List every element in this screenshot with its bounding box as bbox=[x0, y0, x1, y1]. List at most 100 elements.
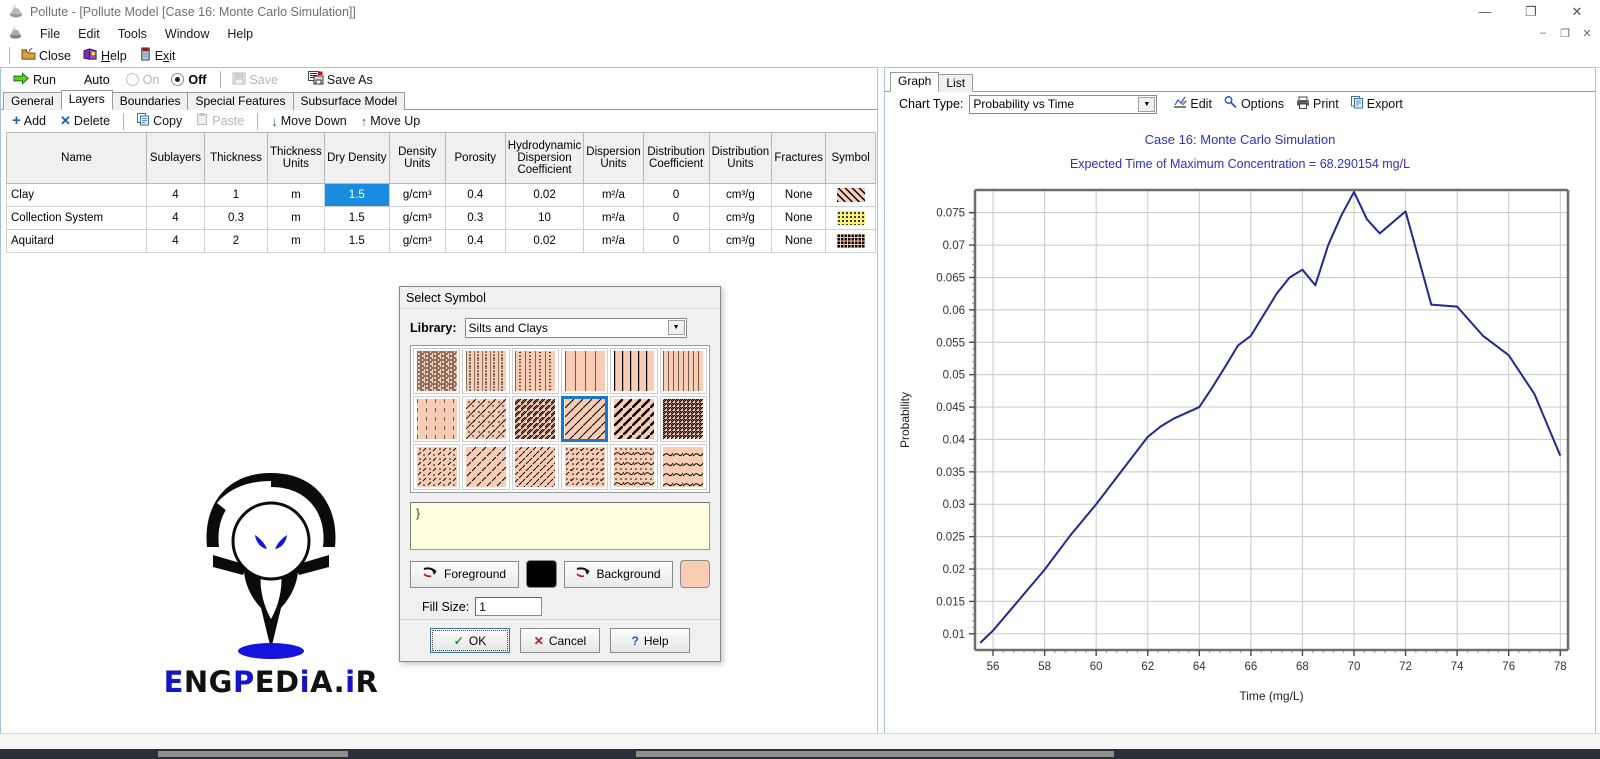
cell-porosity[interactable]: 0.4 bbox=[444, 183, 506, 207]
cell-fractures[interactable]: None bbox=[771, 206, 827, 230]
col-symbol[interactable]: Symbol bbox=[825, 132, 877, 184]
auto-on-radio[interactable] bbox=[125, 73, 139, 86]
col-density-units[interactable]: Density Units bbox=[388, 132, 446, 184]
tab-special-features[interactable]: Special Features bbox=[187, 92, 294, 110]
dialog-help-button[interactable]: ? Help bbox=[610, 628, 690, 653]
cell-dry-density[interactable]: 1.5 bbox=[323, 229, 390, 253]
copy-button[interactable]: Copy bbox=[131, 112, 188, 130]
symbol-option-vlines-thick[interactable] bbox=[610, 348, 658, 394]
cell-thickness[interactable]: 0.3 bbox=[204, 206, 268, 230]
col-thickness-units[interactable]: Thickness Units bbox=[267, 132, 325, 184]
symbol-option-dotted-vlines-wide[interactable] bbox=[511, 348, 559, 394]
cell-symbol[interactable] bbox=[825, 183, 877, 207]
symbol-option-diag-thin-wide[interactable] bbox=[560, 396, 609, 442]
col-dispersion-units[interactable]: Dispersion Units bbox=[583, 132, 644, 184]
cell-thickness-units[interactable]: m bbox=[267, 206, 325, 230]
symbol-option-wavy-dash[interactable] bbox=[610, 444, 658, 490]
cell-symbol[interactable] bbox=[825, 229, 877, 253]
cell-dispersion-units[interactable]: m²/a bbox=[583, 229, 644, 253]
symbol-option-dense-dots-vlines[interactable] bbox=[413, 348, 461, 394]
cell-thickness-units[interactable]: m bbox=[267, 183, 325, 207]
cell-dist-units[interactable]: cm³/g bbox=[708, 229, 773, 253]
chart-type-select[interactable]: Probability vs Time ▼ bbox=[969, 94, 1158, 114]
chart-options-button[interactable]: Options bbox=[1218, 95, 1290, 113]
add-layer-button[interactable]: + Add bbox=[6, 113, 52, 129]
cell-porosity[interactable]: 0.4 bbox=[444, 229, 506, 253]
col-sublayers[interactable]: Sublayers bbox=[146, 132, 205, 184]
cell-fractures[interactable]: None bbox=[771, 229, 827, 253]
menu-item-edit[interactable]: Edit bbox=[69, 25, 109, 43]
symbol-option-diag-dots[interactable] bbox=[462, 396, 510, 442]
symbol-option-vlines-thin[interactable] bbox=[560, 348, 609, 394]
delete-layer-button[interactable]: ✕ Delete bbox=[54, 112, 116, 130]
move-down-button[interactable]: ↓ Move Down bbox=[265, 113, 353, 130]
cell-symbol[interactable] bbox=[825, 206, 877, 230]
background-color-chip[interactable] bbox=[679, 560, 710, 588]
layers-table[interactable]: Name Sublayers Thickness Thickness Units… bbox=[6, 132, 877, 253]
mdi-restore-button[interactable]: ❐ bbox=[1554, 24, 1576, 42]
cell-dist-units[interactable]: cm³/g bbox=[708, 206, 773, 230]
cell-hydro-disp[interactable]: 0.02 bbox=[504, 183, 585, 207]
save-button[interactable]: Save bbox=[226, 71, 284, 89]
symbol-option-diag-dash-dots[interactable] bbox=[413, 444, 461, 490]
col-thickness[interactable]: Thickness bbox=[204, 132, 268, 184]
menu-item-tools[interactable]: Tools bbox=[109, 25, 156, 43]
symbol-option-diag-dash-dot-mix[interactable] bbox=[560, 444, 609, 490]
col-fractures[interactable]: Fractures bbox=[771, 132, 827, 184]
cell-dist-coeff[interactable]: 0 bbox=[642, 229, 710, 253]
symbol-option-diag-dash-dense[interactable] bbox=[511, 444, 559, 490]
cell-dispersion-units[interactable]: m²/a bbox=[583, 206, 644, 230]
col-name[interactable]: Name bbox=[6, 132, 147, 184]
move-up-button[interactable]: ↑ Move Up bbox=[355, 113, 427, 130]
col-dry-density[interactable]: Dry Density bbox=[323, 132, 390, 184]
cell-dispersion-units[interactable]: m²/a bbox=[583, 183, 644, 207]
menu-item-file[interactable]: File bbox=[31, 25, 69, 43]
symbol-option-dots-vlines-sparse[interactable] bbox=[462, 348, 510, 394]
cell-hydro-disp[interactable]: 10 bbox=[504, 206, 585, 230]
cell-thickness[interactable]: 1 bbox=[204, 183, 268, 207]
cell-sublayers[interactable]: 4 bbox=[146, 229, 205, 253]
cell-sublayers[interactable]: 4 bbox=[146, 206, 205, 230]
tab-boundaries[interactable]: Boundaries bbox=[111, 92, 189, 110]
symbol-option-wavy-lines[interactable] bbox=[659, 444, 707, 490]
cell-dry-density[interactable]: 1.5 bbox=[323, 183, 390, 207]
cell-density-units[interactable]: g/cm³ bbox=[388, 229, 446, 253]
ok-button[interactable]: ✓ OK bbox=[430, 628, 510, 653]
cell-thickness[interactable]: 2 bbox=[204, 229, 268, 253]
symbol-option-diag-dense-dark[interactable] bbox=[659, 396, 707, 442]
col-porosity[interactable]: Porosity bbox=[444, 132, 506, 184]
menu-item-window[interactable]: Window bbox=[156, 25, 218, 43]
cell-name[interactable]: Clay bbox=[6, 183, 147, 207]
cell-sublayers[interactable]: 4 bbox=[146, 183, 205, 207]
help-button[interactable]: Help bbox=[77, 47, 133, 65]
menu-item-help[interactable]: Help bbox=[218, 25, 262, 43]
col-hydrodynamic-dispersion-coefficient[interactable]: Hydrodynamic Dispersion Coefficient bbox=[504, 132, 585, 184]
symbol-option-dashed-vlines[interactable] bbox=[413, 396, 461, 442]
tab-list[interactable]: List bbox=[938, 74, 974, 92]
cancel-button[interactable]: ✕ Cancel bbox=[520, 628, 600, 653]
close-button[interactable]: Close bbox=[15, 47, 77, 65]
table-row[interactable]: Aquitard 4 2 m 1.5 g/cm³ 0.4 0.02 m²/a 0… bbox=[6, 229, 877, 253]
save-as-button[interactable]: Save As bbox=[302, 70, 379, 89]
cell-name[interactable]: Collection System bbox=[6, 206, 147, 230]
cell-dist-coeff[interactable]: 0 bbox=[642, 183, 710, 207]
cell-dist-coeff[interactable]: 0 bbox=[642, 206, 710, 230]
col-distribution-coefficient[interactable]: Distribution Coefficient bbox=[642, 132, 710, 184]
window-maximize-button[interactable]: ❐ bbox=[1508, 0, 1554, 23]
window-close-button[interactable]: ✕ bbox=[1554, 0, 1600, 23]
symbol-option-diag-thick[interactable] bbox=[610, 396, 658, 442]
table-row[interactable]: Clay 4 1 m 1.5 g/cm³ 0.4 0.02 m²/a 0 cm³… bbox=[6, 183, 877, 207]
chart-export-button[interactable]: Export bbox=[1345, 95, 1409, 113]
background-button[interactable]: Background bbox=[563, 560, 673, 588]
library-select[interactable]: Silts and Clays ▼ bbox=[464, 318, 687, 338]
tab-layers[interactable]: Layers bbox=[60, 90, 113, 110]
library-chevron-down-icon[interactable]: ▼ bbox=[667, 320, 685, 335]
cell-hydro-disp[interactable]: 0.02 bbox=[504, 229, 585, 253]
paste-button[interactable]: Paste bbox=[190, 112, 250, 130]
cell-density-units[interactable]: g/cm³ bbox=[388, 183, 446, 207]
table-row[interactable]: Collection System 4 0.3 m 1.5 g/cm³ 0.3 … bbox=[6, 206, 877, 230]
chart-edit-button[interactable]: Edit bbox=[1167, 95, 1218, 113]
foreground-color-chip[interactable] bbox=[526, 560, 557, 588]
tab-general[interactable]: General bbox=[3, 92, 62, 110]
chart-print-button[interactable]: Print bbox=[1290, 95, 1345, 113]
